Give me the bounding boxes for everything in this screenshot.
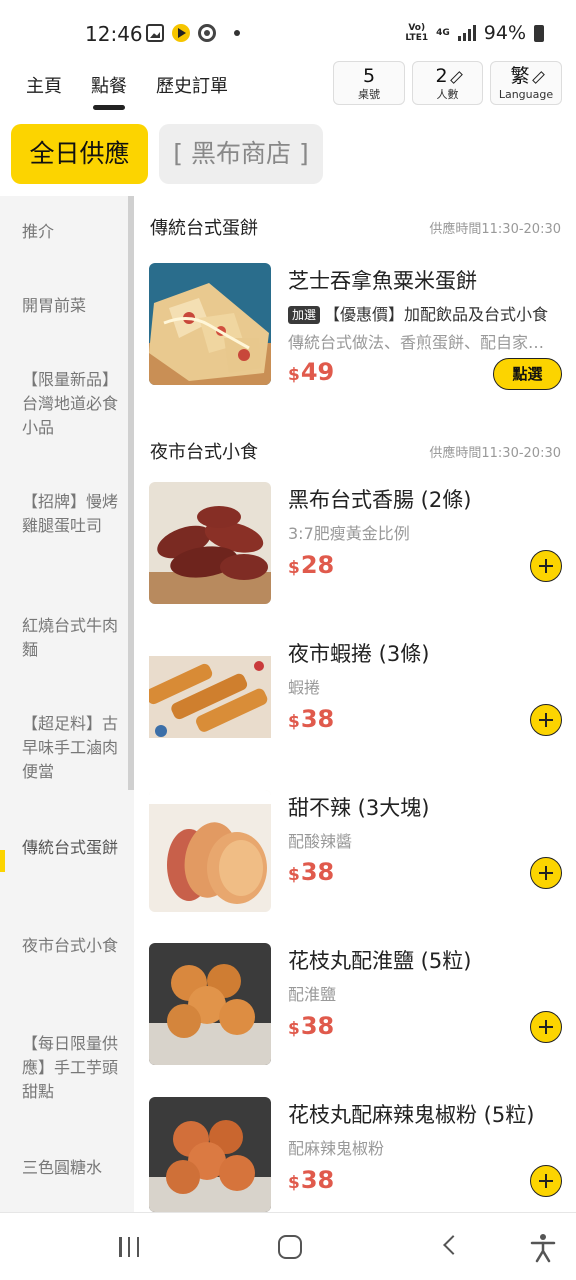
item-image-squid-balls-spicy[interactable]: [149, 1097, 271, 1212]
people-count-value: 2: [435, 65, 448, 87]
more-notifications-dot: [234, 30, 240, 36]
item-name: 黑布台式香腸 (2條): [288, 488, 472, 512]
item-price: $28: [288, 551, 335, 579]
item-name: 花枝丸配麻辣鬼椒粉 (5粒): [288, 1103, 535, 1127]
sidebar-item-taro-dessert[interactable]: 【每日限量供應】手工芋頭甜點: [22, 1032, 118, 1104]
back-icon[interactable]: [443, 1235, 463, 1255]
item-price: $38: [288, 1166, 335, 1194]
tab-home[interactable]: 主頁: [26, 72, 62, 98]
promo-text: 【優惠價】加配飲品及台式小食: [324, 305, 549, 324]
item-name: 夜市蝦捲 (3條): [288, 642, 430, 666]
notification-icons: [146, 24, 240, 42]
play-icon: [172, 24, 190, 42]
section-title: 傳統台式蛋餅: [150, 218, 258, 239]
all-day-menu-chip[interactable]: 全日供應: [11, 124, 148, 184]
sidebar-item-braised-pork-rice[interactable]: 【超足料】古早味手工滷肉便當: [22, 712, 118, 784]
add-to-cart-button[interactable]: [530, 857, 562, 889]
table-number-value: 5: [362, 65, 376, 87]
sidebar-item-three-color-ball[interactable]: 三色圓糖水: [22, 1156, 118, 1180]
table-number-label: 桌號: [358, 88, 380, 101]
item-price: $38: [288, 858, 335, 886]
tab-order[interactable]: 點餐: [91, 72, 127, 110]
home-icon[interactable]: [278, 1235, 302, 1259]
sidebar-item-appetizers[interactable]: 開胃前菜: [22, 294, 118, 318]
sidebar-item-night-market-snacks[interactable]: 夜市台式小食: [22, 934, 118, 958]
network-type: 4G: [436, 28, 450, 38]
sidebar-scrollbar[interactable]: [128, 196, 134, 790]
item-name: 花枝丸配淮鹽 (5粒): [288, 949, 472, 973]
sidebar-item-beef-noodle[interactable]: 紅燒台式牛肉麵: [22, 614, 118, 662]
pencil-icon: [532, 72, 542, 82]
battery-percent: 94%: [483, 22, 526, 44]
item-name: 甜不辣 (3大塊): [288, 796, 430, 820]
gallery-icon: [146, 24, 164, 42]
add-to-cart-button[interactable]: [530, 704, 562, 736]
section-hours: 供應時間11:30-20:30: [429, 222, 561, 237]
sidebar-item-limited-new[interactable]: 【限量新品】台灣地道必食小品: [22, 368, 118, 440]
sidebar-item-recommended[interactable]: 推介: [22, 220, 118, 244]
store-chip[interactable]: [ 黑布商店 ]: [159, 124, 323, 184]
people-count-label: 人數: [436, 88, 459, 101]
volte-indicator: Vo) LTE1: [405, 23, 429, 43]
sidebar-item-egg-pancake[interactable]: 傳統台式蛋餅: [22, 836, 118, 860]
system-status: Vo) LTE1 4G 94%: [405, 22, 544, 44]
select-options-button[interactable]: 點選: [493, 358, 562, 390]
status-bar: 12:46 Vo) LTE1 4G 94%: [0, 0, 576, 58]
add-to-cart-button[interactable]: [530, 1165, 562, 1197]
tab-order-history[interactable]: 歷史訂單: [156, 72, 228, 98]
section-hours: 供應時間11:30-20:30: [429, 446, 561, 461]
people-count-button[interactable]: 2 人數: [412, 61, 483, 105]
accessibility-icon[interactable]: [530, 1233, 556, 1263]
language-button[interactable]: 繁 Language: [490, 61, 562, 105]
signal-icon: [457, 25, 476, 41]
item-image-shrimp-roll[interactable]: [149, 636, 271, 758]
system-navigation-bar: [0, 1212, 576, 1280]
table-number-button[interactable]: 5 桌號: [333, 61, 405, 105]
item-price: $38: [288, 705, 335, 733]
language-value: 繁: [510, 65, 530, 87]
status-time: 12:46: [85, 22, 143, 46]
add-on-badge: 加選: [288, 306, 321, 324]
item-description: 3:7肥瘦黃金比例: [288, 524, 410, 543]
item-price: $49: [288, 358, 335, 386]
sidebar-item-chicken-toast[interactable]: 【招牌】慢烤雞腿蛋吐司: [22, 490, 118, 538]
category-sidebar: 推介 開胃前菜 【限量新品】台灣地道必食小品 【招牌】慢烤雞腿蛋吐司 紅燒台式牛…: [0, 196, 134, 1212]
battery-icon: [534, 24, 544, 42]
chrome-icon: [198, 24, 216, 42]
item-description: 蝦捲: [288, 678, 321, 697]
active-category-indicator: [0, 850, 5, 872]
recent-apps-icon[interactable]: [119, 1237, 139, 1257]
add-to-cart-button[interactable]: [530, 1011, 562, 1043]
pencil-icon: [450, 72, 460, 82]
item-image-tempura[interactable]: [149, 790, 271, 912]
item-description: 配淮鹽: [288, 985, 337, 1004]
add-to-cart-button[interactable]: [530, 550, 562, 582]
item-description: 配麻辣鬼椒粉: [288, 1139, 385, 1158]
item-image-tuna-corn-pancake[interactable]: [149, 263, 271, 385]
item-description: 配酸辣醬: [288, 832, 353, 851]
language-label: Language: [498, 88, 554, 101]
item-image-sausage[interactable]: [149, 482, 271, 604]
item-promo: 加選 【優惠價】加配飲品及台式小食: [288, 301, 550, 325]
item-name: 芝士吞拿魚粟米蛋餅: [288, 269, 477, 293]
item-image-squid-balls-salt[interactable]: [149, 943, 271, 1065]
top-navigation: 主頁 點餐 歷史訂單 5 桌號 2 人數 繁 Language: [0, 58, 576, 114]
item-description: 傳統台式做法、香煎蛋餅、配自家醬汁: [288, 333, 558, 352]
section-title: 夜市台式小食: [150, 442, 258, 463]
item-price: $38: [288, 1012, 335, 1040]
